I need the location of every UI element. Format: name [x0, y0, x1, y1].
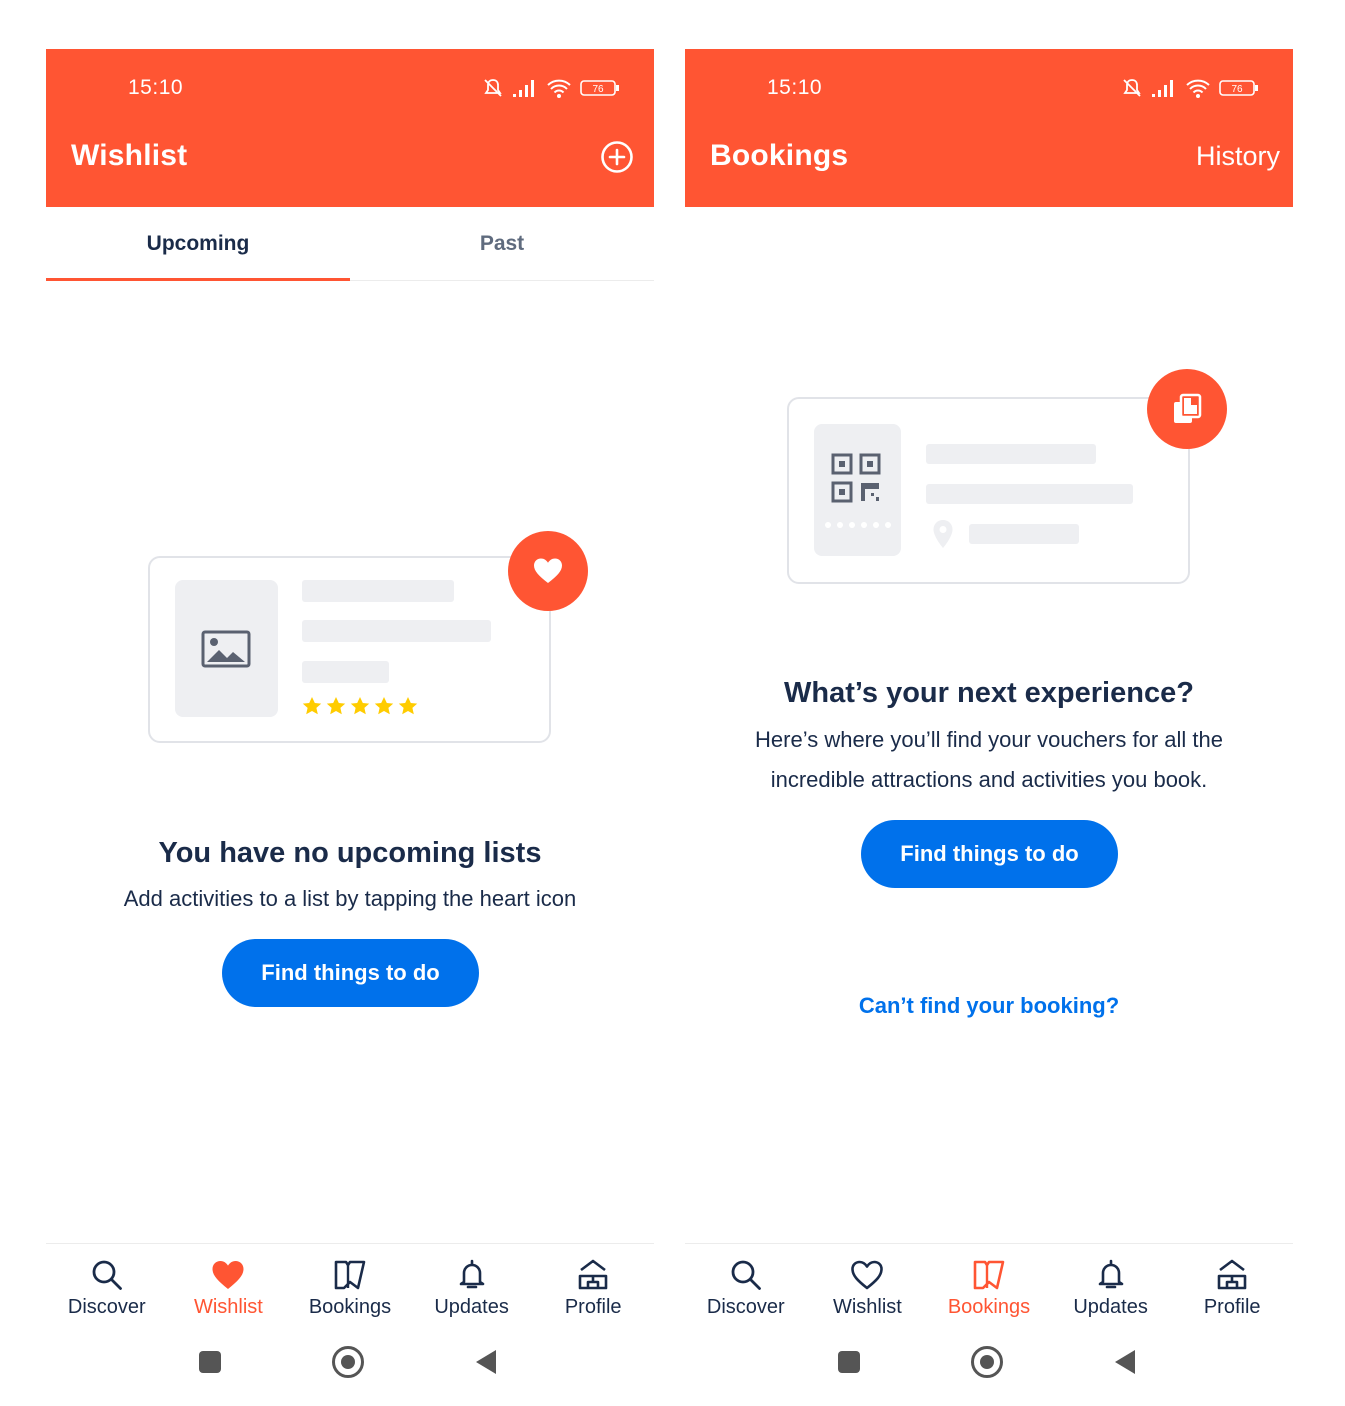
status-time: 15:10 [128, 76, 184, 99]
search-icon [731, 1260, 761, 1290]
bookings-illustration [787, 369, 1229, 584]
signal-icon [1152, 80, 1173, 97]
tab-bar: Upcoming Past [46, 207, 654, 281]
back-button[interactable] [1115, 1350, 1135, 1374]
nav-label: Wishlist [193, 1296, 263, 1318]
bell-icon [459, 1259, 484, 1289]
location-pin-icon [933, 520, 953, 548]
status-icons: 76 [482, 75, 620, 101]
heart-icon [534, 558, 562, 583]
system-nav-bar [685, 1333, 1293, 1393]
ticket-placeholder [814, 424, 901, 556]
find-things-button[interactable]: Find things to do [861, 820, 1118, 888]
text-placeholder [302, 620, 491, 642]
text-placeholder [969, 524, 1079, 544]
bookings-icon [973, 1260, 1005, 1290]
status-time: 15:10 [767, 76, 823, 99]
heart-icon [212, 1261, 244, 1289]
empty-state-message: Add activities to a list by tapping the … [123, 886, 577, 911]
tab-past[interactable]: Past [350, 207, 654, 281]
bottom-nav: Discover Wishlist Bookings Updates Profi… [46, 1243, 654, 1333]
nav-label: Profile [564, 1296, 622, 1318]
app-bar: 15:10 76 Wishlist [46, 49, 654, 207]
heart-bubble [508, 531, 588, 611]
qr-code-icon [831, 453, 881, 503]
nav-profile[interactable]: Profile [532, 1244, 654, 1334]
bottom-nav: Discover Wishlist Bookings Updates Profi… [685, 1243, 1293, 1333]
svg-text:76: 76 [592, 84, 604, 95]
bookings-icon [334, 1260, 366, 1290]
nav-wishlist[interactable]: Wishlist [168, 1244, 290, 1334]
home-button[interactable] [971, 1346, 1003, 1378]
recents-button[interactable] [199, 1351, 221, 1373]
text-placeholder [302, 580, 454, 602]
profile-icon [578, 1259, 608, 1290]
nav-profile[interactable]: Profile [1171, 1244, 1293, 1334]
nav-updates[interactable]: Updates [411, 1244, 533, 1334]
nav-label: Profile [1203, 1296, 1261, 1318]
bookings-screen: 15:10 76 Bookings History What’s your ne… [685, 49, 1293, 1406]
nav-updates[interactable]: Updates [1050, 1244, 1172, 1334]
bell-icon [1098, 1259, 1123, 1289]
nav-label: Updates [434, 1296, 509, 1318]
app-bar: 15:10 76 Bookings History [685, 49, 1293, 207]
page-title: Bookings [710, 139, 849, 172]
tab-upcoming[interactable]: Upcoming [46, 207, 350, 281]
svg-text:76: 76 [1231, 84, 1243, 95]
heart-outline-icon [851, 1260, 884, 1290]
profile-icon [1217, 1259, 1247, 1290]
nav-label: Discover [706, 1296, 785, 1318]
find-things-button[interactable]: Find things to do [222, 939, 479, 1007]
text-placeholder [302, 661, 389, 683]
empty-state-title: You have no upcoming lists [158, 837, 542, 869]
signal-icon [513, 80, 534, 97]
tab-indicator [46, 278, 350, 281]
nav-bookings[interactable]: Bookings [289, 1244, 411, 1334]
nav-label: Wishlist [832, 1296, 902, 1318]
text-placeholder [926, 444, 1096, 464]
image-icon [201, 630, 251, 668]
placeholder-card [148, 556, 551, 743]
wishlist-screen: 15:10 76 Wishlist Upcoming Past You have… [46, 49, 654, 1406]
nav-label: Bookings [947, 1296, 1031, 1318]
history-button[interactable]: History [1196, 141, 1280, 172]
mute-icon [1123, 79, 1141, 97]
placeholder-card [787, 397, 1190, 584]
nav-bookings[interactable]: Bookings [928, 1244, 1050, 1334]
status-icons: 76 [1121, 75, 1259, 101]
recents-button[interactable] [838, 1351, 860, 1373]
nav-wishlist[interactable]: Wishlist [807, 1244, 929, 1334]
voucher-icon [1174, 393, 1202, 423]
wifi-icon [547, 79, 571, 98]
nav-label: Updates [1073, 1296, 1148, 1318]
battery-icon: 76 [1219, 80, 1258, 96]
home-button[interactable] [332, 1346, 364, 1378]
nav-discover[interactable]: Discover [46, 1244, 168, 1334]
image-placeholder [175, 580, 278, 717]
rating-stars [302, 697, 418, 715]
battery-icon: 76 [580, 80, 619, 96]
system-nav-bar [46, 1333, 654, 1393]
wifi-icon [1186, 79, 1210, 98]
nav-label: Bookings [308, 1296, 392, 1318]
empty-state-title: What’s your next experience? [784, 677, 1194, 709]
empty-state-message-line1: Here’s where you’ll find your vouchers f… [755, 727, 1223, 752]
empty-state-message-line2: incredible attractions and activities yo… [770, 767, 1208, 792]
back-button[interactable] [476, 1350, 496, 1374]
wishlist-illustration [148, 531, 588, 743]
text-placeholder [926, 484, 1133, 504]
nav-label: Discover [67, 1296, 146, 1318]
cant-find-booking-link[interactable]: Can’t find your booking? [685, 993, 1293, 1019]
mute-icon [484, 79, 502, 97]
plus-circle-icon[interactable] [600, 140, 634, 174]
voucher-bubble [1147, 369, 1227, 449]
ticket-perforation [825, 522, 891, 528]
search-icon [92, 1260, 122, 1290]
nav-discover[interactable]: Discover [685, 1244, 807, 1334]
page-title: Wishlist [71, 139, 188, 172]
